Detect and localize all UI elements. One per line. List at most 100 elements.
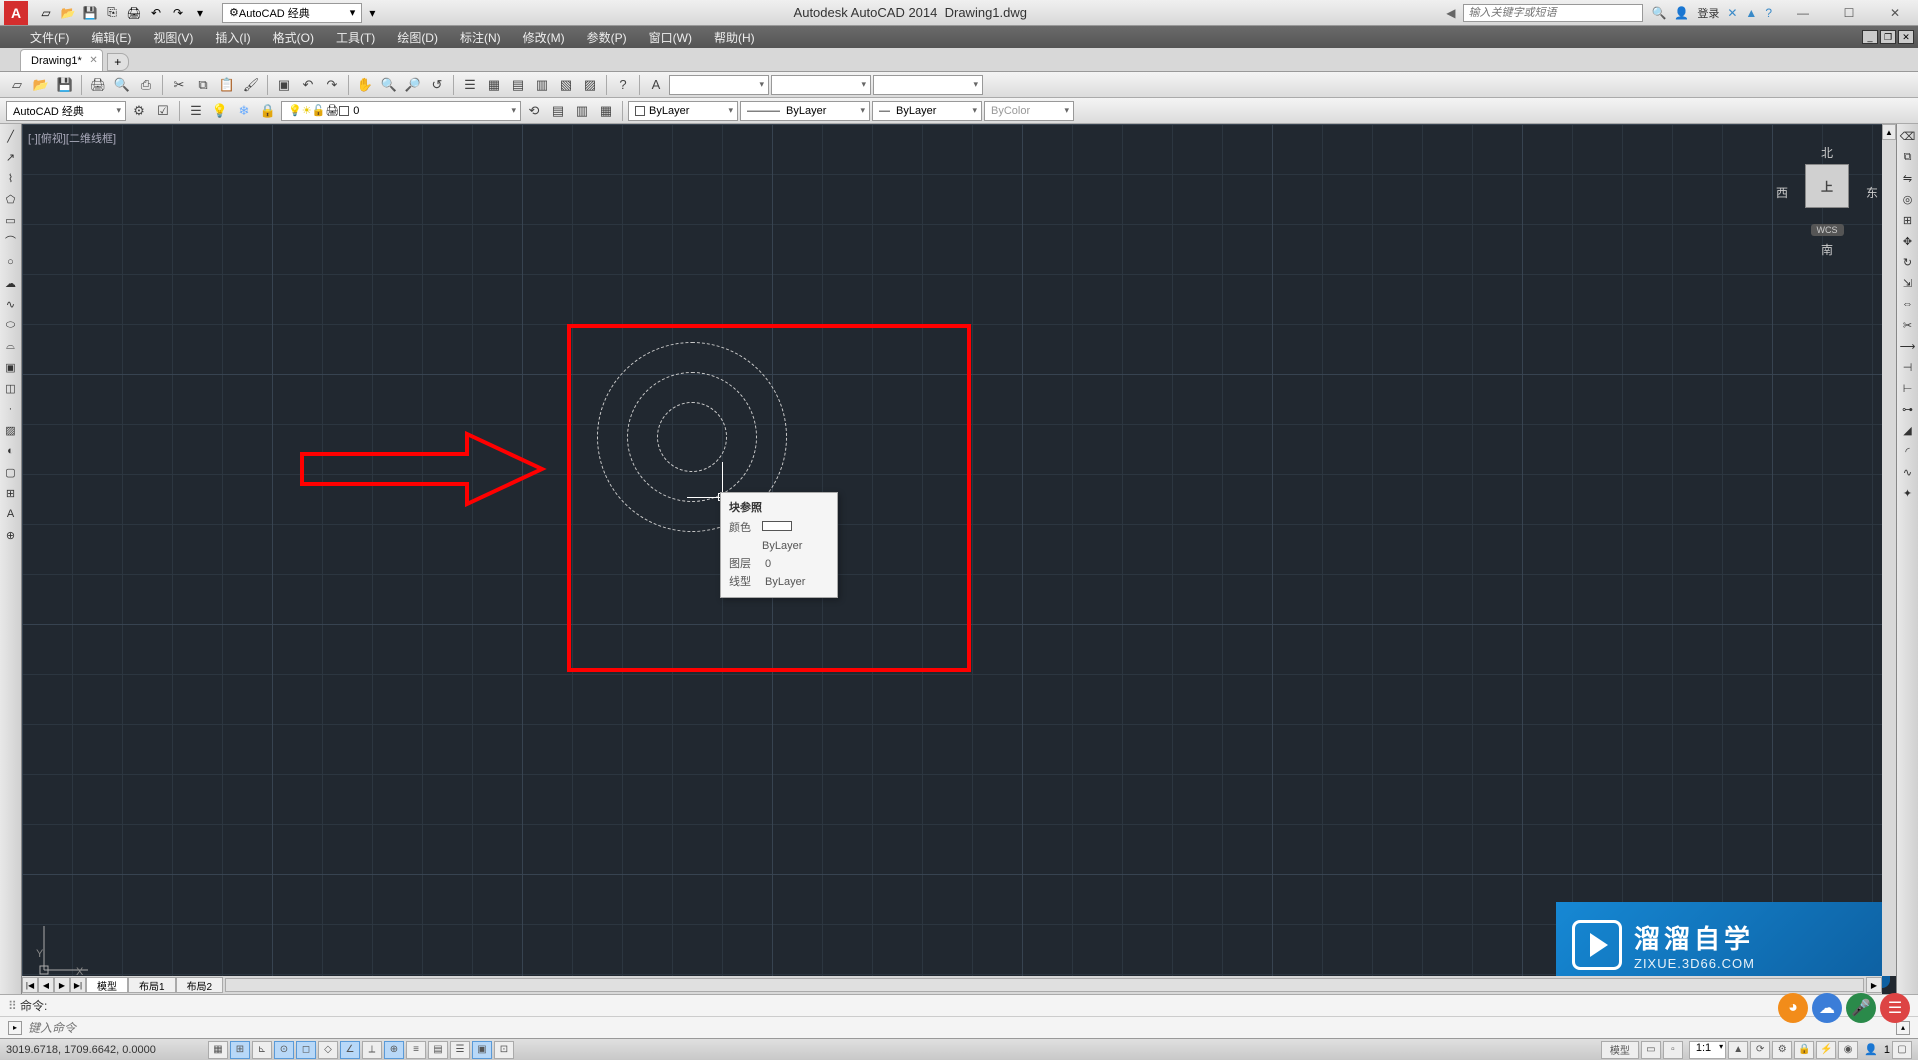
addselected-icon[interactable]: ⊕: [1, 525, 21, 545]
zoom-previous-icon[interactable]: ↺: [426, 74, 448, 96]
menu-tools[interactable]: 工具(T): [326, 27, 385, 48]
properties-icon[interactable]: ☰: [459, 74, 481, 96]
toolbar-lock-icon[interactable]: 🔒: [1794, 1041, 1814, 1059]
fillet-icon[interactable]: ◜: [1898, 441, 1918, 461]
cmdline-handle-icon[interactable]: ⠿: [8, 999, 20, 1013]
document-tab[interactable]: Drawing1* ✕: [20, 49, 103, 71]
region-icon[interactable]: ▢: [1, 462, 21, 482]
chamfer-icon[interactable]: ◢: [1898, 420, 1918, 440]
move-icon[interactable]: ✥: [1898, 231, 1918, 251]
insert-block-icon[interactable]: ▣: [1, 357, 21, 377]
undo-icon2[interactable]: ↶: [297, 74, 319, 96]
workspace-switch-icon[interactable]: ⚙: [1772, 1041, 1792, 1059]
zoom-realtime-icon[interactable]: 🔍: [378, 74, 400, 96]
menu-help[interactable]: 帮助(H): [704, 27, 765, 48]
pan-icon[interactable]: ✋: [354, 74, 376, 96]
markup-icon[interactable]: ▧: [555, 74, 577, 96]
polar-toggle[interactable]: ⊙: [274, 1041, 294, 1059]
search-input[interactable]: [1463, 4, 1643, 22]
menu-view[interactable]: 视图(V): [143, 27, 203, 48]
mdi-minimize[interactable]: _: [1862, 30, 1878, 44]
autodesk-icon[interactable]: ▲: [1745, 6, 1757, 20]
qp-toggle[interactable]: ☰: [450, 1041, 470, 1059]
drawing-canvas[interactable]: [-][俯视][二维线框] 块参照 颜色ByLayer 图层0 线型ByLaye…: [22, 124, 1896, 994]
tablestyle-dropdown[interactable]: [873, 75, 983, 95]
hardware-accel-icon[interactable]: ⚡: [1816, 1041, 1836, 1059]
tray-app4-icon[interactable]: ☰: [1880, 993, 1910, 1023]
arrow-left-icon[interactable]: ◀: [1446, 6, 1455, 20]
menu-modify[interactable]: 修改(M): [513, 27, 575, 48]
help-icon[interactable]: ?: [1765, 6, 1772, 20]
tab-close-icon[interactable]: ✕: [89, 55, 97, 66]
construction-line-icon[interactable]: ↗: [1, 147, 21, 167]
workspace-dropdown[interactable]: AutoCAD 经典: [6, 101, 126, 121]
layer-previous-icon[interactable]: ⟲: [523, 100, 545, 122]
new-tab-button[interactable]: +: [107, 53, 129, 71]
quickview-layouts-icon[interactable]: ▭: [1641, 1041, 1661, 1059]
snap-toggle[interactable]: ▦: [208, 1041, 228, 1059]
plot-icon2[interactable]: 🖨: [87, 74, 109, 96]
copy-obj-icon[interactable]: ⧉: [1898, 147, 1918, 167]
spline-icon[interactable]: ∿: [1, 294, 21, 314]
match-props-icon[interactable]: 🖌: [240, 74, 262, 96]
layer-lock-icon[interactable]: 🔒: [257, 100, 279, 122]
sheet-set-icon[interactable]: ▥: [531, 74, 553, 96]
app-icon[interactable]: A: [4, 1, 28, 25]
scrollbar-h[interactable]: [225, 978, 1864, 992]
workspace-settings-icon[interactable]: ⚙: [128, 100, 150, 122]
qat-more-icon[interactable]: ▾: [190, 3, 210, 23]
stretch-icon[interactable]: ⇔: [1898, 294, 1918, 314]
layer-freeze-icon[interactable]: ❄: [233, 100, 255, 122]
scroll-up-icon[interactable]: ▲: [1882, 124, 1896, 140]
design-center-icon[interactable]: ▦: [483, 74, 505, 96]
paste-icon[interactable]: 📋: [216, 74, 238, 96]
menu-edit[interactable]: 编辑(E): [81, 27, 141, 48]
publish-icon[interactable]: ⎙: [135, 74, 157, 96]
break-icon[interactable]: ⊢: [1898, 378, 1918, 398]
layer-state-icon[interactable]: ▤: [547, 100, 569, 122]
linetype-dropdown[interactable]: ———ByLayer: [740, 101, 870, 121]
coordinates-readout[interactable]: 3019.6718, 1709.6642, 0.0000: [6, 1044, 206, 1056]
ellipse-arc-icon[interactable]: ⌓: [1, 336, 21, 356]
polyline-icon[interactable]: ⌇: [1, 168, 21, 188]
tray-app1-icon[interactable]: ◕: [1778, 993, 1808, 1023]
osnap-toggle[interactable]: ◻: [296, 1041, 316, 1059]
arc-icon[interactable]: ⌒: [1, 231, 21, 251]
menu-draw[interactable]: 绘图(D): [387, 27, 448, 48]
ducs-toggle[interactable]: ⟂: [362, 1041, 382, 1059]
rectangle-icon[interactable]: ▭: [1, 210, 21, 230]
layer-on-icon[interactable]: 💡: [209, 100, 231, 122]
dimstyle-dropdown[interactable]: [771, 75, 871, 95]
plot-preview-icon[interactable]: 🔍: [111, 74, 133, 96]
polygon-icon[interactable]: ⬠: [1, 189, 21, 209]
scale-icon[interactable]: ⇲: [1898, 273, 1918, 293]
quickcalc-icon[interactable]: ▨: [579, 74, 601, 96]
undo-icon[interactable]: ↶: [146, 3, 166, 23]
menu-parametric[interactable]: 参数(P): [577, 27, 637, 48]
tool-palettes-icon[interactable]: ▤: [507, 74, 529, 96]
menu-format[interactable]: 格式(O): [263, 27, 324, 48]
menu-window[interactable]: 窗口(W): [639, 27, 702, 48]
lineweight-dropdown[interactable]: —ByLayer: [872, 101, 982, 121]
save-file-icon[interactable]: 💾: [54, 74, 76, 96]
wcs-label[interactable]: WCS: [1811, 224, 1844, 236]
rotate-icon[interactable]: ↻: [1898, 252, 1918, 272]
lwt-toggle[interactable]: ≡: [406, 1041, 426, 1059]
point-icon[interactable]: ·: [1, 399, 21, 419]
layer-match-icon[interactable]: ▦: [595, 100, 617, 122]
save-icon[interactable]: 💾: [80, 3, 100, 23]
workspace-menu-icon[interactable]: ▾: [362, 3, 382, 23]
cut-icon[interactable]: ✂: [168, 74, 190, 96]
extend-icon[interactable]: ⟶: [1898, 336, 1918, 356]
offset-icon[interactable]: ◎: [1898, 189, 1918, 209]
minimize-button[interactable]: —: [1780, 0, 1826, 26]
layout1-tab[interactable]: 布局1: [128, 977, 176, 993]
mtext-icon[interactable]: A: [1, 504, 21, 524]
search-icon[interactable]: 🔍: [1651, 6, 1666, 20]
tab-last-icon[interactable]: ▶|: [70, 977, 86, 993]
gradient-icon[interactable]: ◐: [1, 441, 21, 461]
viewcube[interactable]: 北 西 上 东 南 WCS: [1772, 136, 1882, 276]
am-toggle[interactable]: ⊡: [494, 1041, 514, 1059]
ortho-toggle[interactable]: ⊾: [252, 1041, 272, 1059]
circle-icon[interactable]: ○: [1, 252, 21, 272]
